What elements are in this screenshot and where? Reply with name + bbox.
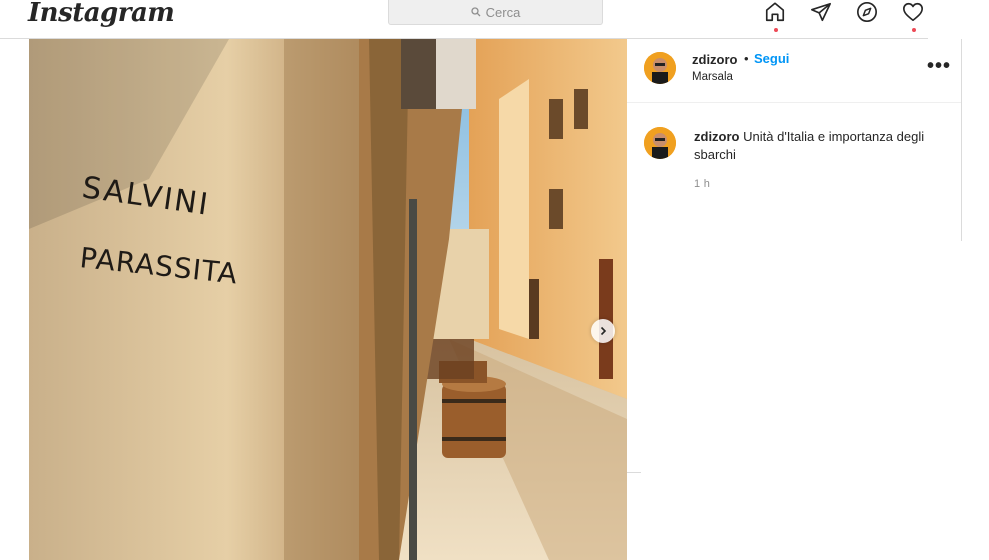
avatar-image [644, 127, 676, 159]
top-nav-bar: Instagram Cerca [0, 0, 928, 39]
heart-icon [903, 2, 923, 22]
chevron-right-icon [600, 326, 607, 336]
home-button[interactable] [763, 0, 787, 32]
post-timestamp[interactable]: 1 h [694, 178, 710, 190]
avatar[interactable] [644, 127, 676, 159]
search-placeholder: Cerca [485, 4, 521, 20]
explore-button[interactable] [855, 0, 879, 24]
home-icon [765, 2, 785, 22]
post-side-panel: zdizoro • Segui Marsala ••• zdizoro Unit… [627, 39, 962, 560]
panel-divider [961, 39, 962, 241]
activity-button[interactable] [901, 0, 925, 32]
search-icon [471, 7, 481, 17]
search-input[interactable]: Cerca [388, 0, 603, 25]
divider [627, 472, 641, 473]
direct-icon [811, 2, 831, 22]
next-photo-button[interactable] [591, 319, 615, 343]
post-caption: zdizoro Unità d'Italia e importanza degl… [694, 128, 934, 164]
avatar-image [644, 52, 676, 84]
caption-username[interactable]: zdizoro [694, 129, 740, 144]
follow-button[interactable]: Segui [754, 51, 789, 66]
post-photo[interactable]: SALVINI PARASSITA [29, 39, 627, 560]
post-location[interactable]: Marsala [692, 71, 733, 83]
post-username[interactable]: zdizoro [692, 52, 738, 67]
direct-button[interactable] [809, 0, 833, 24]
explore-icon [857, 2, 877, 22]
notification-dot [774, 28, 778, 32]
more-options-button[interactable]: ••• [927, 56, 951, 76]
separator-bullet: • [744, 51, 749, 66]
avatar[interactable] [644, 52, 676, 84]
nav-icons [763, 0, 925, 32]
post-header: zdizoro • Segui Marsala ••• [627, 39, 962, 103]
instagram-logo[interactable]: Instagram [28, 0, 175, 28]
notification-dot [912, 28, 916, 32]
street-scene-illustration: SALVINI PARASSITA [29, 39, 627, 560]
